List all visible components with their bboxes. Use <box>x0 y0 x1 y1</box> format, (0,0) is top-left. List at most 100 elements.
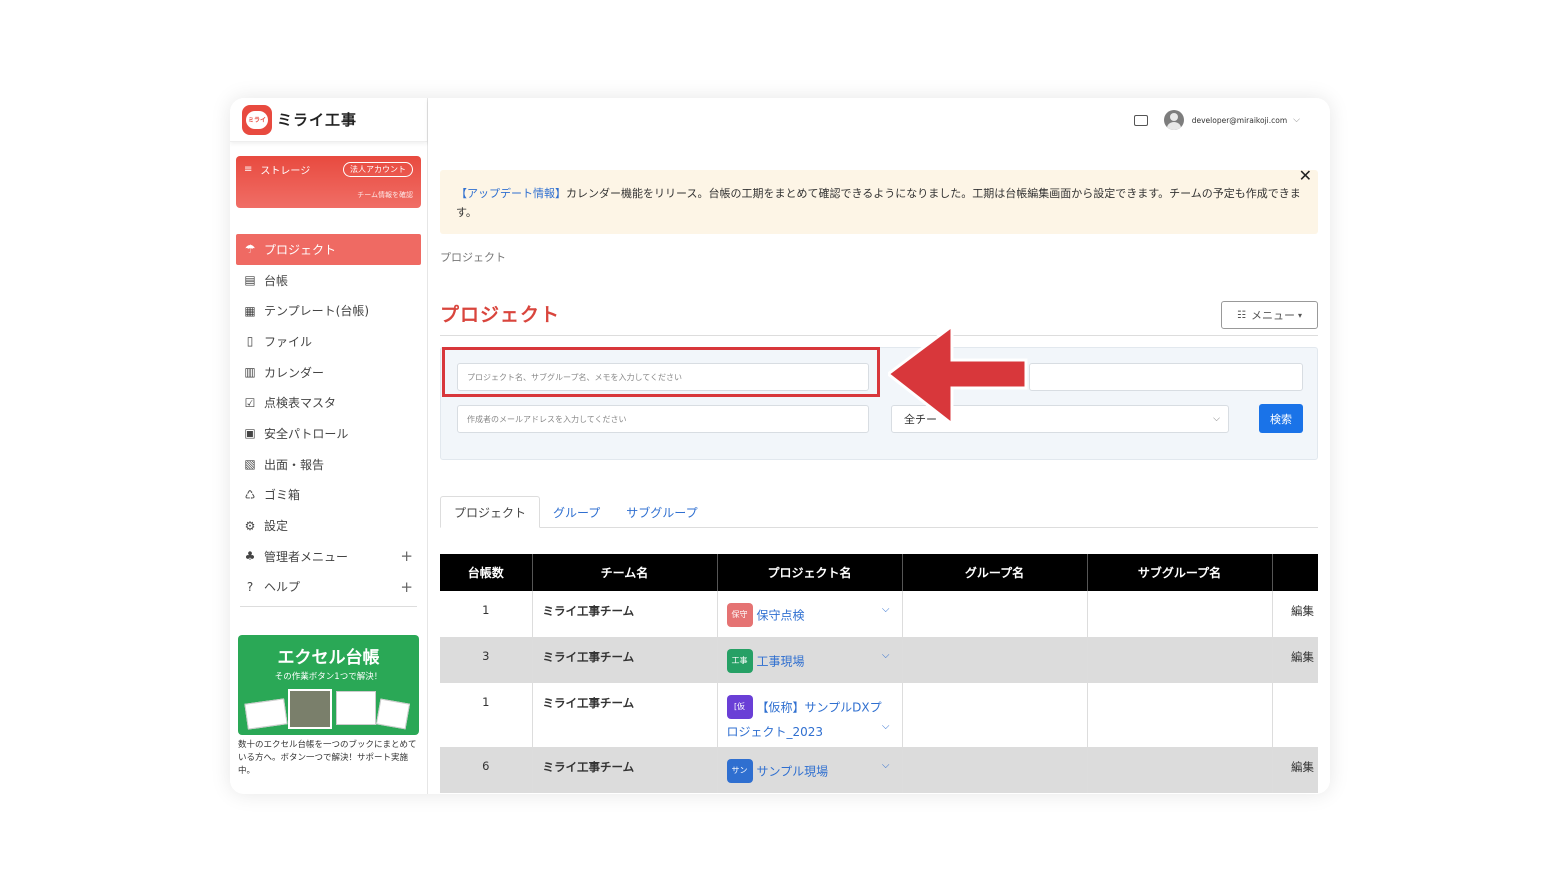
highlight-frame <box>442 347 880 397</box>
group-name <box>902 683 1088 747</box>
checklist-icon: ☑ <box>244 395 256 410</box>
chevron-down-icon[interactable]: ⌵ <box>882 604 890 615</box>
group-name <box>902 591 1088 637</box>
calendar-icon: ▥ <box>244 365 256 380</box>
avatar[interactable] <box>1163 110 1184 130</box>
project-cell: [仮 【仮称】サンプルDXプ ロジェクト_2023 ⌵ <box>717 683 903 747</box>
inbox-icon[interactable] <box>1133 114 1148 126</box>
sidebar-nav: ☂ プロジェクト ▤ 台帳 ▦ テンプレート(台帳) ▯ ファイル ▥ カレンダ… <box>230 234 427 608</box>
sidebar-item-label: ファイル <box>264 334 313 349</box>
sidebar-item-report[interactable]: ▧ 出面・報告 <box>230 449 427 480</box>
ledger-icon: ▤ <box>244 273 256 288</box>
update-notice: 【アップデート情報】カレンダー機能をリリース。台帳の工期をまとめて確認できるよう… <box>440 170 1318 234</box>
logo-mark-text: ミライ <box>246 110 268 129</box>
search-button[interactable]: 検索 <box>1259 404 1303 433</box>
ledger-count: 1 <box>440 591 533 637</box>
sidebar-item-trash[interactable]: ♺ ゴミ箱 <box>230 480 427 511</box>
help-icon: ? <box>246 579 254 594</box>
edit-link[interactable]: 編集 <box>1272 591 1318 637</box>
column-header-count[interactable]: 台帳数 <box>440 554 533 591</box>
project-link-cont[interactable]: ロジェクト_2023 <box>727 723 892 740</box>
column-header-group[interactable]: グループ名 <box>902 554 1088 591</box>
topbar: developer@miraikoji.com ⌵ <box>428 98 1330 142</box>
tab-project[interactable]: プロジェクト <box>440 496 541 528</box>
sidebar-item-template[interactable]: ▦ テンプレート(台帳) <box>230 295 427 326</box>
report-icon: ▧ <box>244 457 256 472</box>
project-link[interactable]: 【仮称】サンプルDXプ <box>757 701 882 715</box>
chevron-down-icon[interactable]: ⌵ <box>882 650 890 661</box>
tab-group[interactable]: グループ <box>540 496 613 528</box>
subgroup-name <box>1087 591 1273 637</box>
subgroup-name <box>1087 637 1273 683</box>
file-icon: ▯ <box>246 334 254 349</box>
sidebar-item-ledger[interactable]: ▤ 台帳 <box>230 265 427 296</box>
sidebar-item-label: 設定 <box>264 519 289 534</box>
template-icon: ▦ <box>244 303 256 318</box>
project-cell: 保守 保守点検 ⌵ <box>717 591 903 637</box>
caret-down-icon: ▾ <box>1297 310 1302 320</box>
project-tag: [仮 <box>726 695 753 719</box>
sidebar-item-file[interactable]: ▯ ファイル <box>230 326 427 357</box>
list-icon: ☷ <box>1237 309 1246 321</box>
project-link[interactable]: サンプル現場 <box>757 765 829 779</box>
sidebar-item-label: 安全パトロール <box>264 426 349 441</box>
creator-email-input[interactable]: 作成者のメールアドレスを入力してください <box>457 405 869 433</box>
table-header-row: 台帳数 チーム名 プロジェクト名 グループ名 サブグループ名 <box>440 554 1318 591</box>
sidebar-item-label: 管理者メニュー <box>264 549 349 564</box>
promo-subtitle: その作業ボタン1つで解決！ <box>274 672 383 683</box>
edit-link[interactable]: 編集 <box>1272 637 1318 683</box>
expand-plus-icon[interactable]: + <box>400 547 413 565</box>
team-name: ミライ工事チーム <box>532 637 718 683</box>
tab-subgroup[interactable]: サブグループ <box>613 496 710 528</box>
project-link[interactable]: 工事現場 <box>757 655 805 669</box>
sidebar-item-settings[interactable]: ⚙ 設定 <box>230 510 427 541</box>
page-title: プロジェクト <box>440 304 561 326</box>
expand-plus-icon[interactable]: + <box>400 578 413 596</box>
trash-icon: ♺ <box>244 487 256 502</box>
project-tag: 工事 <box>726 649 753 673</box>
column-header-subgroup[interactable]: サブグループ名 <box>1087 554 1273 591</box>
document-illustration <box>244 698 288 730</box>
chevron-down-icon[interactable]: ⌵ <box>882 721 890 732</box>
document-illustration <box>375 698 411 730</box>
sidebar-item-calendar[interactable]: ▥ カレンダー <box>230 357 427 388</box>
sidebar-item-project[interactable]: ☂ プロジェクト <box>236 234 421 265</box>
excel-promo-banner[interactable]: エクセル台帳 その作業ボタン1つで解決！ <box>238 635 419 736</box>
view-tabs: プロジェクト グループ サブグループ <box>440 496 1318 528</box>
close-icon[interactable]: ✕ <box>1299 166 1312 185</box>
user-email[interactable]: developer@miraikoji.com <box>1192 116 1287 125</box>
chevron-down-icon[interactable]: ⌵ <box>1293 115 1300 125</box>
edit-link[interactable]: 編集 <box>1272 747 1318 793</box>
filter-input[interactable] <box>1029 363 1303 391</box>
team-info-link[interactable]: チーム情報を確認 <box>357 190 413 200</box>
storage-card[interactable]: ≡ ストレージ 法人アカウント チーム情報を確認 <box>236 156 421 208</box>
update-notice-text: カレンダー機能をリリース。台帳の工期をまとめて確認できるようになりました。工期は… <box>456 187 1301 219</box>
chevron-down-icon: ⌵ <box>1213 414 1220 424</box>
promo-description: 数十のエクセル台帳を一つのブックにまとめている方へ。ボタン一つで解決！サポート実… <box>238 740 417 777</box>
sidebar-item-label: カレンダー <box>264 365 325 380</box>
update-notice-link[interactable]: 【アップデート情報】 <box>456 187 566 200</box>
project-link[interactable]: 保守点検 <box>757 609 805 623</box>
project-tag: サン <box>726 759 753 783</box>
breadcrumb: プロジェクト <box>440 251 506 264</box>
column-header-project[interactable]: プロジェクト名 <box>717 554 903 591</box>
admin-icon: ♣ <box>244 549 256 564</box>
sidebar-item-patrol[interactable]: ▣ 安全パトロール <box>230 418 427 449</box>
edit-link[interactable] <box>1272 683 1318 747</box>
menu-button[interactable]: ☷ メニュー ▾ <box>1221 301 1318 329</box>
app-name: ミライ工事 <box>277 111 358 129</box>
table-row: 1 ミライ工事チーム 保守 保守点検 ⌵ 編集 <box>440 591 1318 637</box>
subgroup-name <box>1087 683 1273 747</box>
column-header-team[interactable]: チーム名 <box>532 554 718 591</box>
sidebar-item-checklist[interactable]: ☑ 点検表マスタ <box>230 387 427 418</box>
sidebar-item-help[interactable]: ? ヘルプ + <box>230 572 427 603</box>
logo[interactable]: ミライ ミライ工事 <box>230 98 427 142</box>
project-tag: 保守 <box>726 603 753 627</box>
chevron-down-icon[interactable]: ⌵ <box>882 760 890 771</box>
team-name: ミライ工事チーム <box>532 591 718 637</box>
sidebar-item-admin[interactable]: ♣ 管理者メニュー + <box>230 541 427 572</box>
account-badge: 法人アカウント <box>343 162 413 177</box>
app-window: ミライ ミライ工事 ≡ ストレージ 法人アカウント チーム情報を確認 ☂ プロジ… <box>230 98 1330 794</box>
logo-mark: ミライ <box>242 104 272 135</box>
storage-label: ストレージ <box>260 166 311 177</box>
